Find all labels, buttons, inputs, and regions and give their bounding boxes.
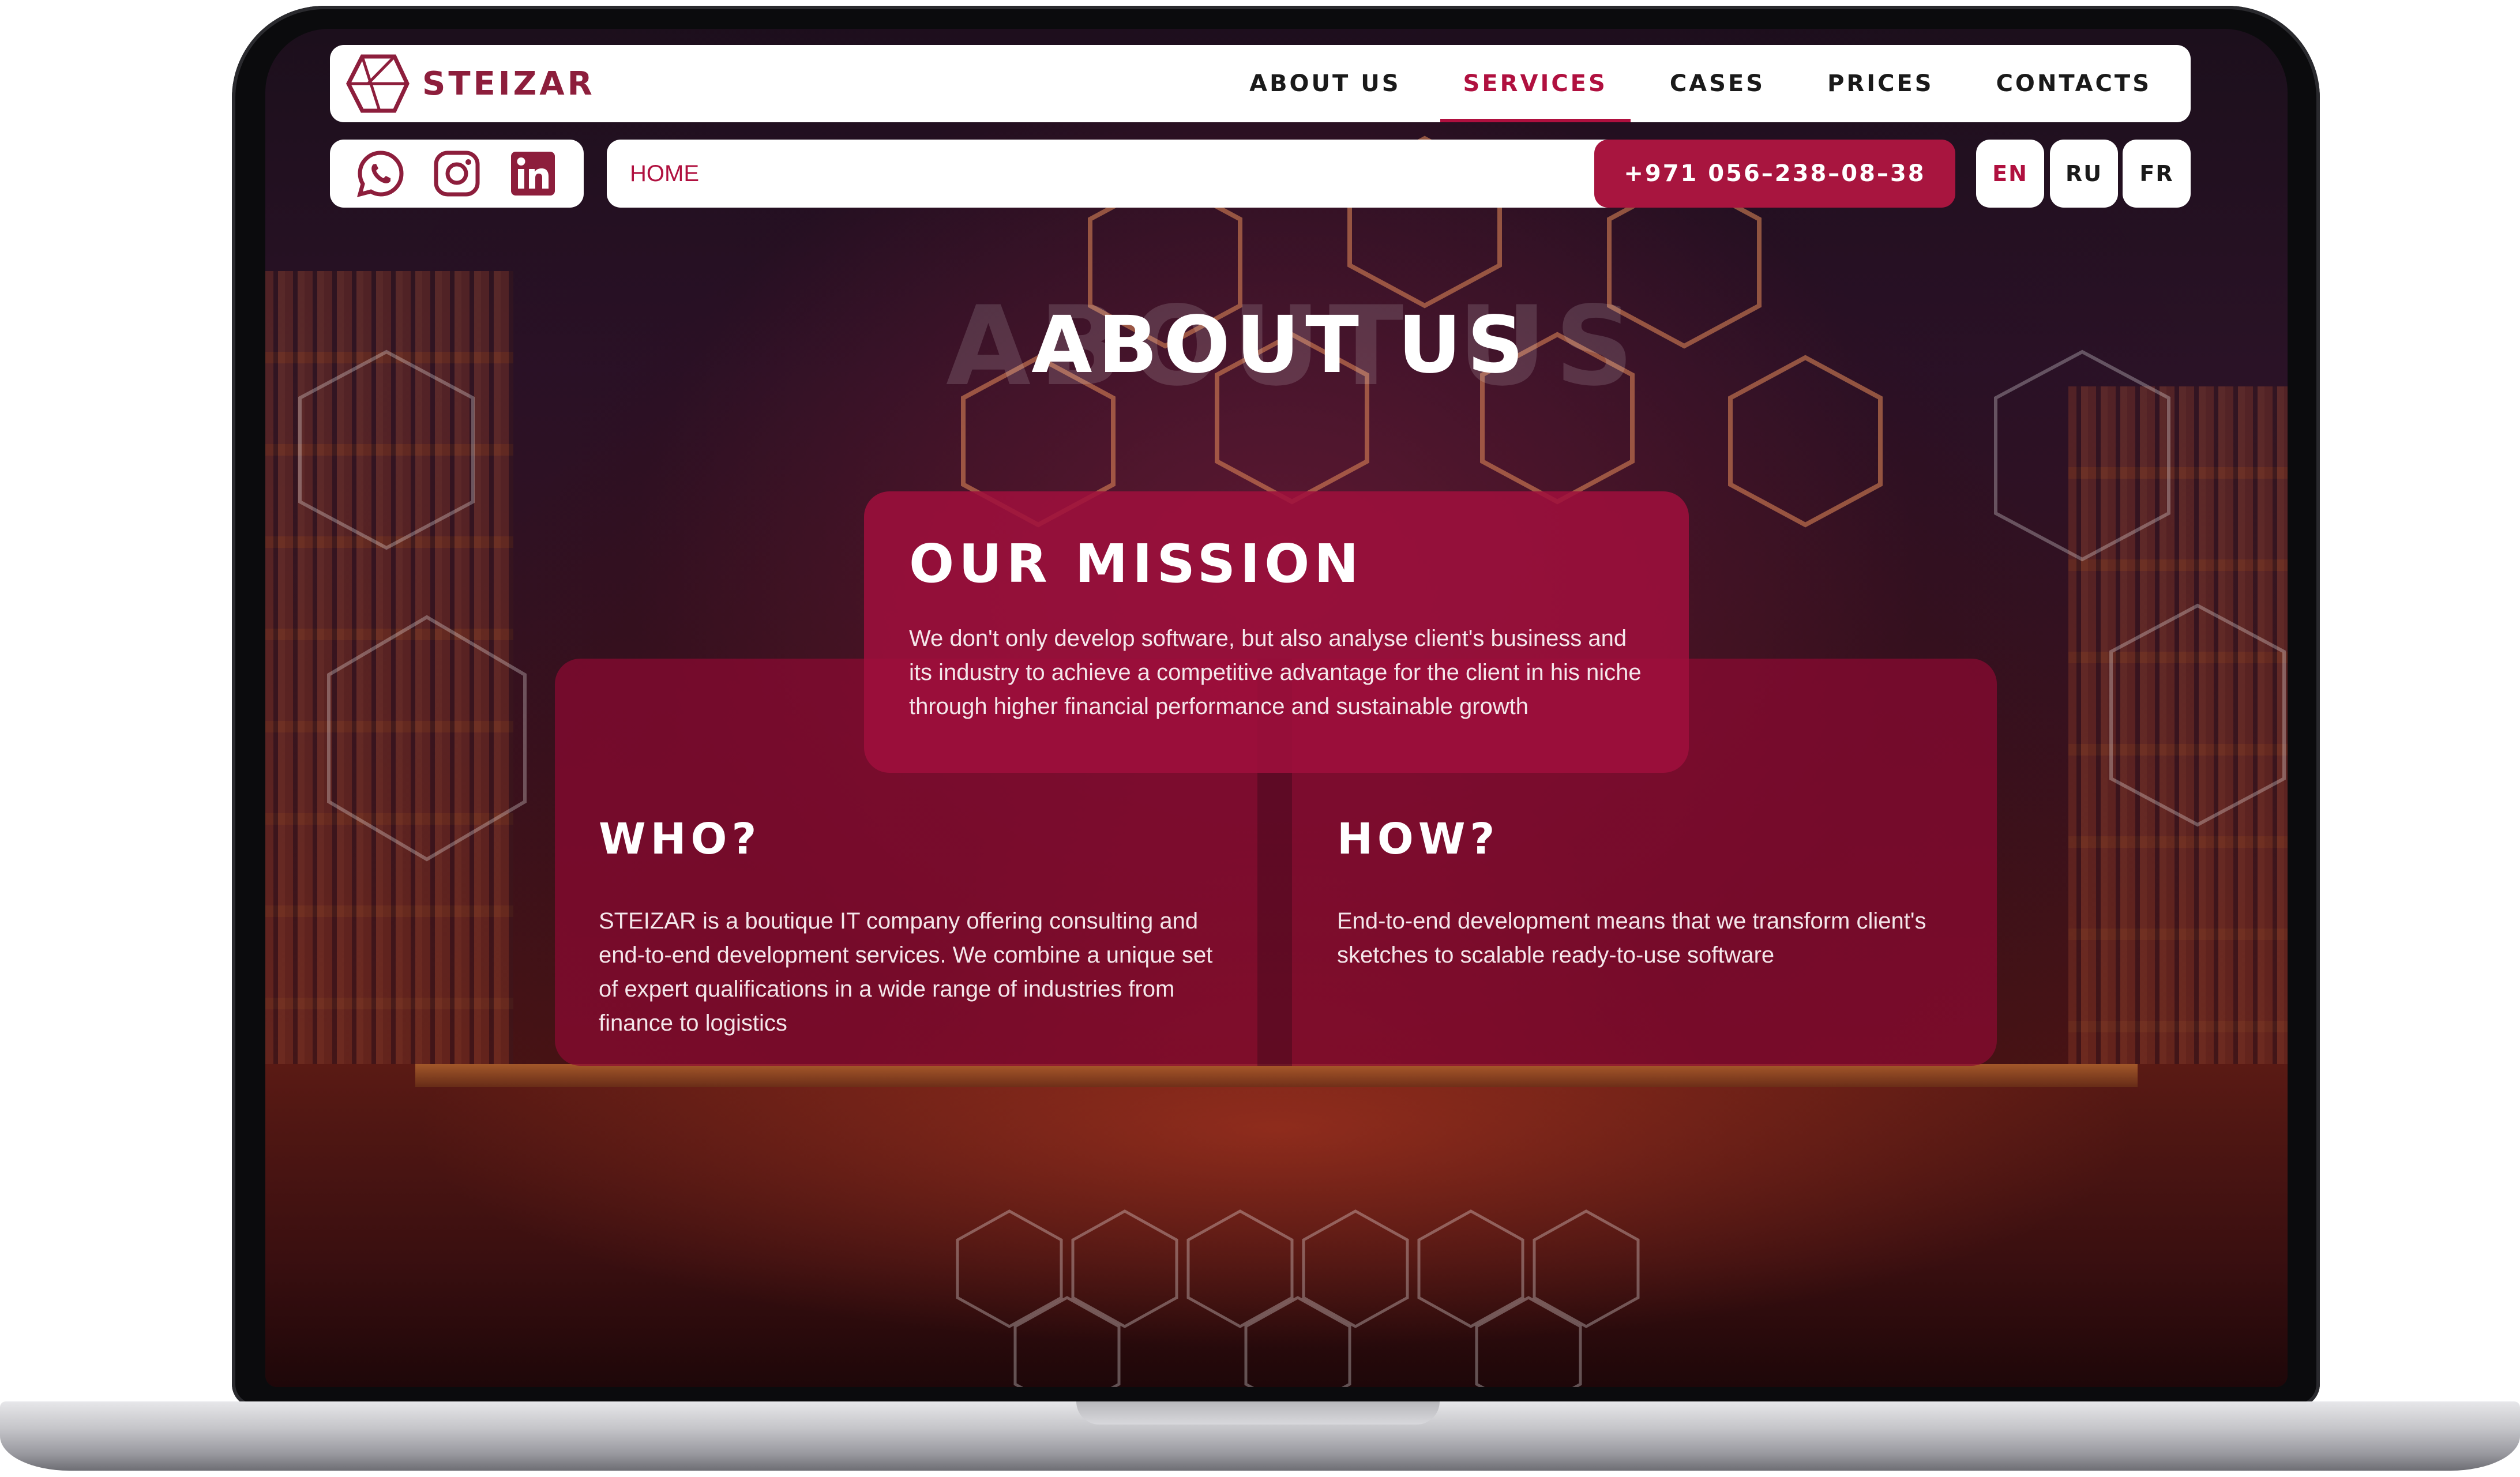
lang-fr-button[interactable]: FR: [2123, 140, 2191, 208]
page-title: ABOUT US: [1031, 300, 1530, 391]
breadcrumb-home[interactable]: HOME: [630, 161, 699, 187]
nav-about-us[interactable]: ABOUT US: [1226, 45, 1424, 122]
mission-card: OUR MISSION We don't only develop softwa…: [864, 491, 1689, 773]
mission-title: OUR MISSION: [909, 533, 1364, 595]
how-title: HOW?: [1337, 814, 1500, 864]
laptop-notch: [1076, 1401, 1440, 1425]
instagram-icon[interactable]: [431, 148, 482, 199]
nav-contacts[interactable]: CONTACTS: [1973, 45, 2175, 122]
nav-services[interactable]: SERVICES: [1440, 45, 1631, 122]
nav-cases[interactable]: CASES: [1647, 45, 1788, 122]
how-section: HOW? End-to-end development means that w…: [1337, 818, 1966, 972]
whatsapp-icon[interactable]: [355, 148, 406, 199]
linkedin-icon[interactable]: [508, 148, 558, 199]
social-links: [330, 140, 584, 208]
who-title: WHO?: [599, 814, 761, 864]
lang-en-button[interactable]: EN: [1976, 140, 2044, 208]
who-text: STEIZAR is a boutique IT company offerin…: [599, 908, 1213, 1036]
lang-ru-button[interactable]: RU: [2050, 140, 2118, 208]
nav-prices[interactable]: PRICES: [1804, 45, 1957, 122]
how-text: End-to-end development means that we tra…: [1337, 908, 1926, 968]
main-nav: ABOUT US SERVICES CASES PRICES CONTACTS: [1226, 45, 2191, 122]
header-bar: STEIZAR ABOUT US SERVICES CASES PRICES C…: [330, 45, 2191, 122]
mission-text: We don't only develop software, but also…: [909, 626, 1642, 719]
logo-text: STEIZAR: [422, 65, 595, 103]
logo[interactable]: STEIZAR: [345, 53, 595, 114]
logo-hexagon-icon: [346, 54, 410, 113]
who-section: WHO? STEIZAR is a boutique IT company of…: [599, 818, 1227, 1040]
phone-button[interactable]: +971 056–238–08–38: [1594, 140, 1955, 208]
